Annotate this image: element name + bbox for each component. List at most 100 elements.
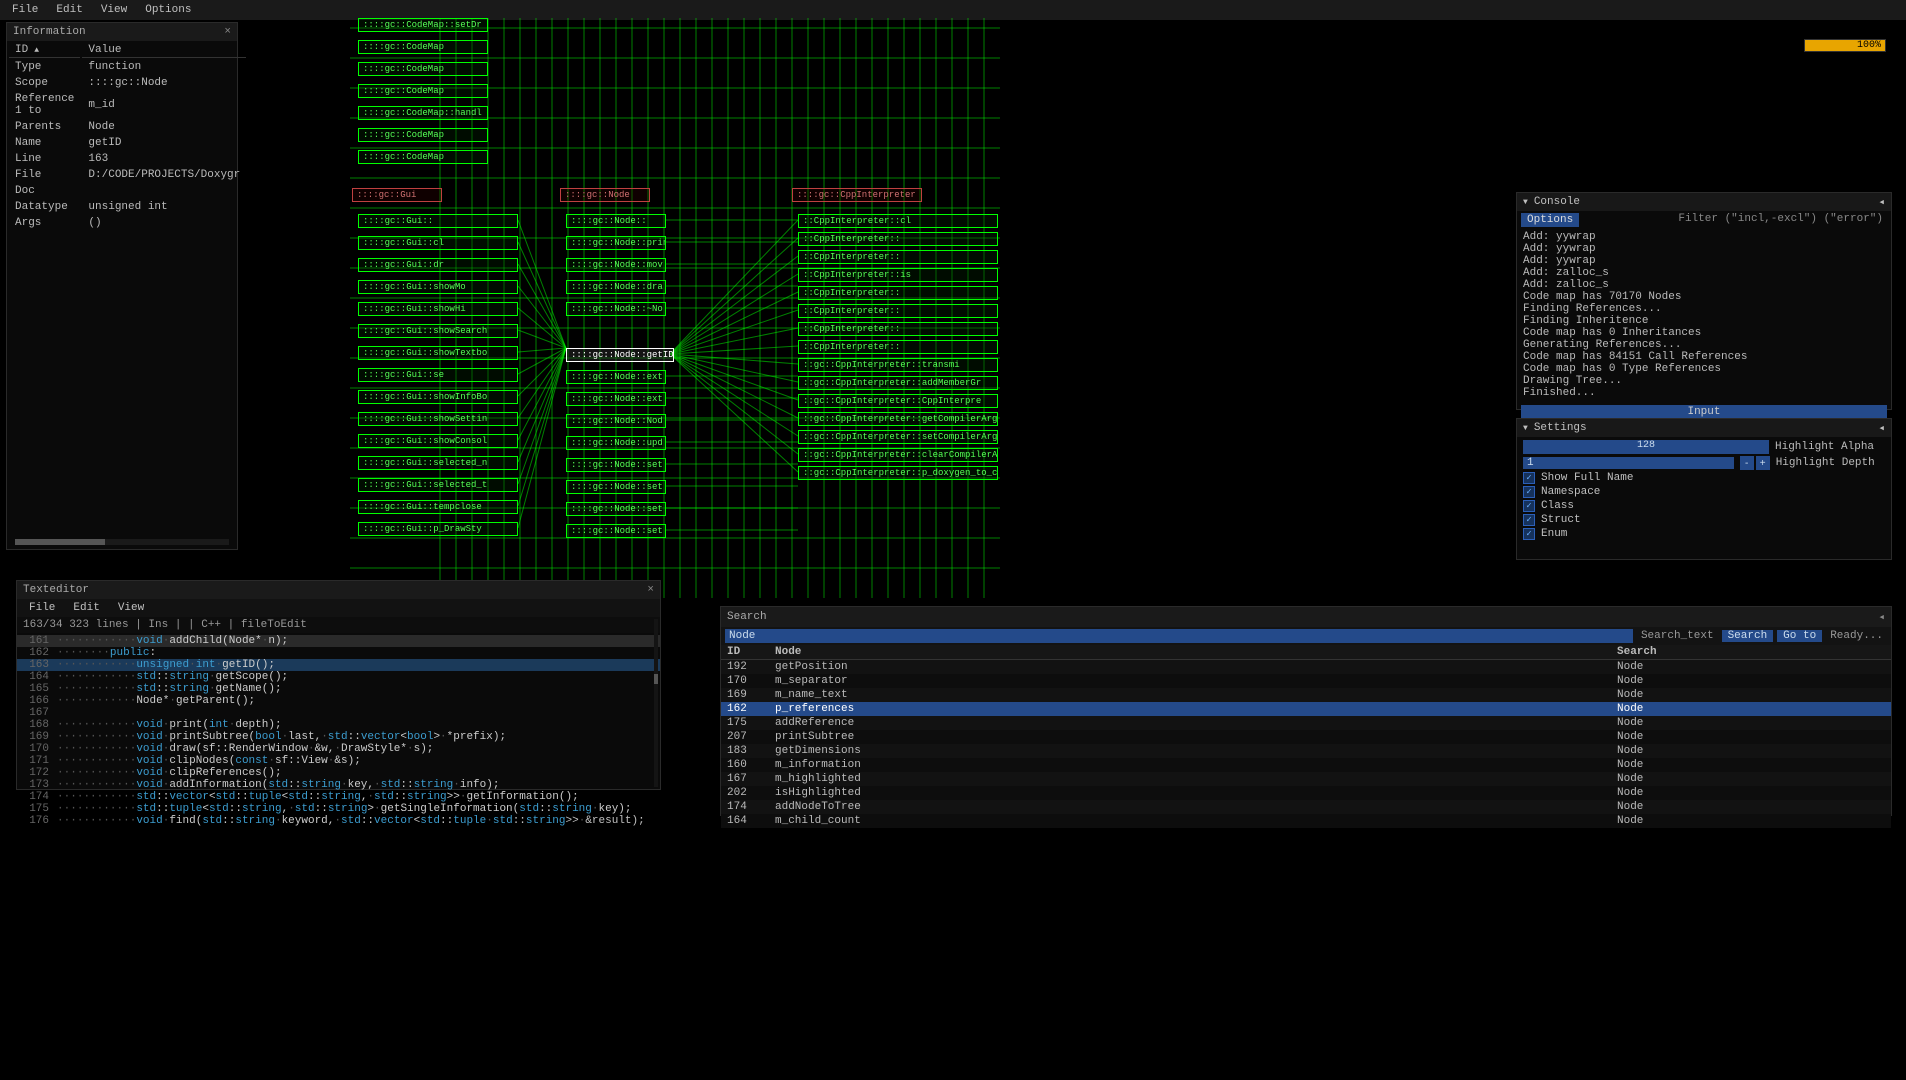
console-options-button[interactable]: Options [1521,213,1579,227]
search-row[interactable]: 183getDimensionsNode [721,744,1891,758]
graph-node[interactable]: ::::gc::CodeMap [358,84,488,98]
graph-node[interactable]: ::::gc::Node::ext [566,370,666,384]
search-col-search[interactable]: Search [1611,645,1891,660]
search-input[interactable] [725,629,1633,643]
checkbox[interactable]: ✓ [1523,500,1535,512]
settings-collapse-icon[interactable] [1523,422,1528,434]
graph-node[interactable]: ::::gc::Node [560,188,650,202]
close-icon[interactable]: ◂ [1878,610,1885,624]
close-icon[interactable]: × [224,26,231,38]
graph-node[interactable]: ::gc::CppInterpreter::CppInterpre [798,394,998,408]
goto-button[interactable]: Go to [1777,630,1822,642]
checkbox[interactable]: ✓ [1523,528,1535,540]
graph-node[interactable]: ::::gc::Gui::tempclose [358,500,518,514]
highlight-depth-input[interactable]: 1 [1523,457,1734,469]
search-row[interactable]: 174addNodeToTreeNode [721,800,1891,814]
graph-node[interactable]: ::::gc::Node::upd [566,436,666,450]
graph-node[interactable]: ::::gc::Node::prin [566,236,666,250]
checkbox[interactable]: ✓ [1523,486,1535,498]
graph-node[interactable]: ::gc::CppInterpreter::p_doxygen_to_code_… [798,466,998,480]
graph-node[interactable]: ::::gc::Gui::selected_t [358,478,518,492]
graph-node[interactable]: ::::gc::Gui::showTextbo [358,346,518,360]
graph-node[interactable]: ::::gc::Gui::se [358,368,518,382]
menu-edit[interactable]: Edit [48,2,90,18]
depth-increment[interactable]: + [1756,456,1770,470]
search-row[interactable]: 162p_referencesNode [721,702,1891,716]
menu-options[interactable]: Options [137,2,199,18]
search-row[interactable]: 169m_name_textNode [721,688,1891,702]
graph-node[interactable]: ::::gc::Gui::dr [358,258,518,272]
search-row[interactable]: 207printSubtreeNode [721,730,1891,744]
search-row[interactable]: 160m_informationNode [721,758,1891,772]
menu-file[interactable]: File [4,2,46,18]
graph-node[interactable]: ::::gc::Gui::selected_n [358,456,518,470]
graph-node[interactable]: ::::gc::CodeMap::handl [358,106,488,120]
graph-node[interactable]: ::::gc::CodeMap [358,128,488,142]
highlight-alpha-slider[interactable]: 128 [1523,440,1769,454]
search-row[interactable]: 202isHighlightedNode [721,786,1891,800]
graph-node[interactable]: ::::gc::Gui::showHi [358,302,518,316]
graph-node[interactable]: ::::gc::Node::set [566,458,666,472]
te-menu-view[interactable]: View [110,601,152,615]
graph-node[interactable]: ::CppInterpreter::cl [798,214,998,228]
graph-node[interactable]: ::::gc::Node::getID [566,348,674,362]
graph-node[interactable]: ::CppInterpreter::is [798,268,998,282]
graph-node[interactable]: ::::gc::Node:: [566,214,666,228]
te-menu-edit[interactable]: Edit [65,601,107,615]
close-icon[interactable]: ◂ [1878,421,1885,435]
info-scrollbar[interactable] [15,539,229,545]
graph-node[interactable]: ::CppInterpreter:: [798,232,998,246]
graph-node[interactable]: ::::gc::Gui::showMo [358,280,518,294]
search-col-node[interactable]: Node [769,645,1611,660]
graph-node[interactable]: ::::gc::Node::set [566,480,666,494]
graph-node[interactable]: ::::gc::CodeMap [358,150,488,164]
te-scrollbar[interactable] [654,619,658,787]
checkbox[interactable]: ✓ [1523,514,1535,526]
graph-node[interactable]: ::gc::CppInterpreter::transmi [798,358,998,372]
console-input[interactable]: Input [1521,405,1887,419]
graph-node[interactable]: ::::gc::Gui::cl [358,236,518,250]
search-col-id[interactable]: ID [721,645,769,660]
graph-node[interactable]: ::::gc::Gui::showSearch [358,324,518,338]
graph-node[interactable]: ::::gc::Gui::showSettin [358,412,518,426]
console-collapse-icon[interactable] [1523,196,1528,208]
search-row[interactable]: 175addReferenceNode [721,716,1891,730]
te-code-view[interactable]: 161············void·addChild(Node*·n);16… [17,633,660,829]
graph-node[interactable]: ::::gc::Node::dra [566,280,666,294]
graph-node[interactable]: ::::gc::CodeMap [358,62,488,76]
graph-node[interactable]: ::::gc::CodeMap [358,40,488,54]
graph-node[interactable]: ::gc::CppInterpreter::setCompilerArgumen… [798,430,998,444]
graph-node[interactable]: ::::gc::Node::ext [566,392,666,406]
checkbox[interactable]: ✓ [1523,472,1535,484]
depth-decrement[interactable]: - [1740,456,1754,470]
search-row[interactable]: 164m_child_countNode [721,814,1891,828]
menu-view[interactable]: View [93,2,135,18]
graph-node[interactable]: ::CppInterpreter:: [798,286,998,300]
graph-node[interactable]: ::CppInterpreter:: [798,250,998,264]
te-menu-file[interactable]: File [21,601,63,615]
graph-node[interactable]: ::::gc::Node::set [566,502,666,516]
graph-node[interactable]: ::gc::CppInterpreter::getCompilerArgumen… [798,412,998,426]
graph-node[interactable]: ::gc::CppInterpreter::addMemberGr [798,376,998,390]
graph-node[interactable]: ::::gc::Gui [352,188,442,202]
graph-node[interactable]: ::::gc::Gui::p_DrawSty [358,522,518,536]
graph-node[interactable]: ::::gc::CppInterpreter [792,188,922,202]
info-header-id[interactable]: ID [9,43,80,58]
info-header-value[interactable]: Value [82,43,246,58]
graph-node[interactable]: ::::gc::Gui::showInfoBo [358,390,518,404]
graph-node[interactable]: ::::gc::Gui::showConsol [358,434,518,448]
graph-node[interactable]: ::::gc::Node::Nod [566,414,666,428]
search-button[interactable]: Search [1722,630,1774,642]
graph-node[interactable]: ::::gc::CodeMap::setDr [358,18,488,32]
search-row[interactable]: 192getPositionNode [721,660,1891,675]
graph-node[interactable]: ::CppInterpreter:: [798,322,998,336]
close-icon[interactable]: × [647,584,654,596]
graph-node[interactable]: ::::gc::Node::~No [566,302,666,316]
search-row[interactable]: 170m_separatorNode [721,674,1891,688]
graph-node[interactable]: ::::gc::Node::mov [566,258,666,272]
graph-node[interactable]: ::gc::CppInterpreter::clearCompilerArgum… [798,448,998,462]
search-row[interactable]: 167m_highlightedNode [721,772,1891,786]
graph-node[interactable]: ::::gc::Gui:: [358,214,518,228]
close-icon[interactable]: ◂ [1878,195,1885,209]
graph-node[interactable]: ::CppInterpreter:: [798,340,998,354]
